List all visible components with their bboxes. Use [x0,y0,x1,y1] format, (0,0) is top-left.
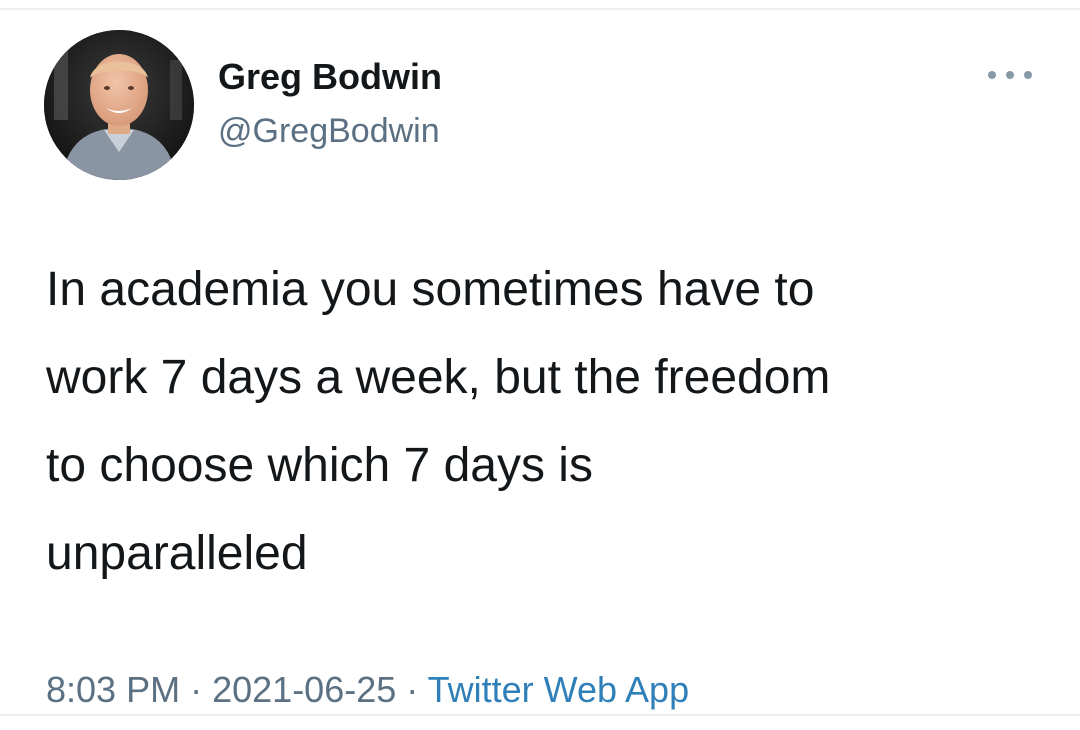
tweet-line: In academia you sometimes have to [46,263,815,316]
more-dot [1024,71,1032,79]
profile-photo-icon [44,30,194,180]
more-dot [988,71,996,79]
author-display-name[interactable]: Greg Bodwin [218,55,442,99]
tweet-line: to choose which 7 days is [46,439,593,492]
bottom-divider [0,714,1080,716]
avatar[interactable] [44,30,194,180]
tweet-line: unparalleled [46,527,308,580]
meta-separator: · [190,669,203,710]
tweet-date[interactable]: 2021-06-25 [212,669,396,710]
tweet-time[interactable]: 8:03 PM [46,669,180,710]
more-dot [1006,71,1014,79]
tweet-source-link[interactable]: Twitter Web App [428,669,689,710]
top-divider [0,8,1080,10]
tweet-text: In academia you sometimes have to work 7… [46,246,1056,598]
author-handle[interactable]: @GregBodwin [218,110,440,152]
tweet-metadata: 8:03 PM · 2021-06-25 · Twitter Web App [46,668,689,712]
more-options-icon[interactable] [988,68,1032,82]
tweet-line: work 7 days a week, but the freedom [46,351,831,404]
meta-separator: · [406,669,419,710]
